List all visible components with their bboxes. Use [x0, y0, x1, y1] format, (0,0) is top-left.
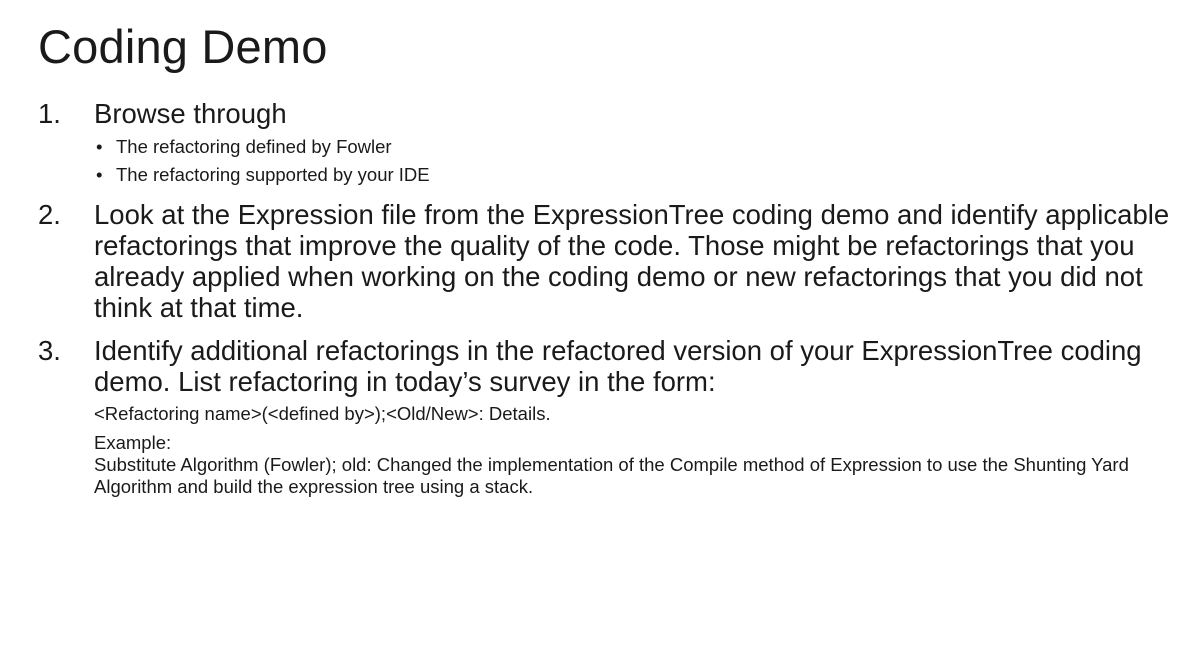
slide-title: Coding Demo — [38, 20, 328, 73]
numbered-list: 1. Browse through • The refactoring defi… — [38, 98, 1178, 498]
slide: Coding Demo 1. Browse through • The refa… — [0, 0, 1194, 648]
list-item-1: 1. Browse through • The refactoring defi… — [38, 98, 1178, 189]
sub-list: • The refactoring defined by Fowler • Th… — [94, 133, 1178, 189]
list-item-3: 3. Identify additional refactorings in t… — [38, 335, 1178, 498]
list-item-3-number: 3. — [38, 335, 61, 366]
bullet-icon: • — [96, 136, 103, 157]
example-text: Substitute Algorithm (Fowler); old: Chan… — [94, 454, 1129, 497]
list-item-3-text: Identify additional refactorings in the … — [94, 335, 1142, 397]
sub-list-item-text: The refactoring defined by Fowler — [116, 136, 392, 157]
example-label: Example: — [94, 432, 172, 453]
list-item-1-number: 1. — [38, 98, 61, 129]
format-template: <Refactoring name>(<defined by>);<Old/Ne… — [94, 403, 551, 424]
list-item-2-number: 2. — [38, 199, 61, 230]
sub-list-item-text: The refactoring supported by your IDE — [116, 164, 430, 185]
list-item-2: 2. Look at the Expression file from the … — [38, 199, 1178, 323]
sub-list-item: • The refactoring supported by your IDE — [94, 161, 1178, 189]
bullet-icon: • — [96, 164, 103, 185]
list-item-1-text: Browse through — [94, 98, 287, 129]
list-item-2-text: Look at the Expression file from the Exp… — [94, 199, 1170, 323]
sub-list-item: • The refactoring defined by Fowler — [94, 133, 1178, 161]
